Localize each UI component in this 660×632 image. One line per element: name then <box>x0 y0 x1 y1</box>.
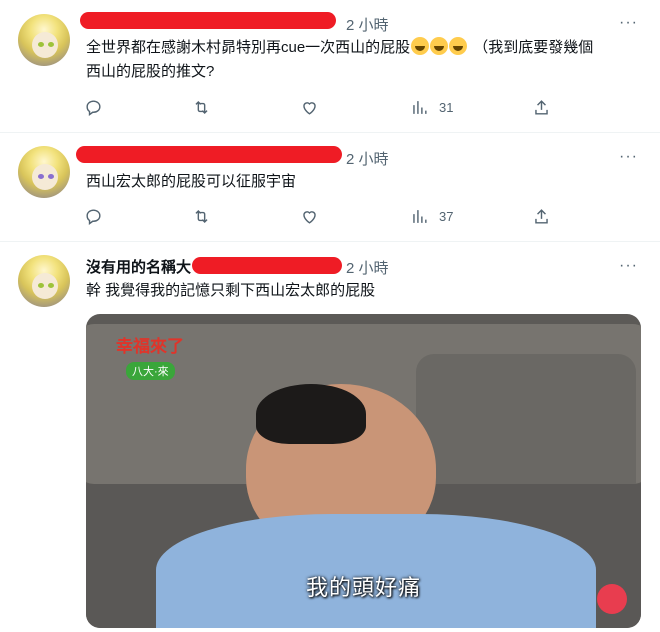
tweet-actions: 31 <box>84 97 564 119</box>
tweet-media-image[interactable]: 幸福來了 八大·來 我的頭好痛 <box>86 314 641 628</box>
tweet-time[interactable]: 2 小時 <box>346 257 389 278</box>
rofl-emoji-icon <box>449 37 468 55</box>
retweet-icon <box>195 209 208 223</box>
retweet-button[interactable] <box>192 97 211 117</box>
avatar-face <box>32 32 58 58</box>
avatar-face <box>32 273 58 299</box>
more-options-icon[interactable]: ··· <box>619 257 638 275</box>
views-button[interactable]: 37 <box>410 206 453 226</box>
redacted-username <box>192 257 342 274</box>
like-button[interactable] <box>300 206 319 226</box>
avatar-eye <box>48 283 54 288</box>
retweet-button[interactable] <box>192 206 211 226</box>
redacted-username <box>80 12 336 29</box>
tweet-time[interactable]: 2 小時 <box>346 14 389 35</box>
user-avatar[interactable] <box>18 146 70 198</box>
views-icon <box>413 100 427 114</box>
rofl-emoji-icon <box>430 37 449 55</box>
redacted-username <box>76 146 342 163</box>
more-options-icon[interactable]: ··· <box>619 148 638 166</box>
like-button[interactable] <box>300 97 319 117</box>
avatar-eye <box>38 42 44 47</box>
reply-button[interactable] <box>84 206 103 226</box>
tweet-1[interactable]: 2 小時 ··· 全世界都在感謝木村昴特別再cue一次西山的屁股 （我到底要發幾個… <box>0 0 660 133</box>
user-avatar[interactable] <box>18 14 70 66</box>
views-icon <box>413 209 427 223</box>
views-count: 31 <box>439 99 454 115</box>
views-button[interactable]: 31 <box>410 97 453 117</box>
retweet-icon <box>195 100 208 114</box>
tweet-text: 西山宏太郎的屁股可以征服宇宙 <box>86 170 646 194</box>
avatar-eye <box>48 174 54 179</box>
avatar-face <box>32 164 58 190</box>
share-button[interactable] <box>532 97 551 117</box>
tweet-text-line: 西山的屁股的推文? <box>86 63 215 80</box>
heart-icon <box>303 101 316 115</box>
avatar-eye <box>38 174 44 179</box>
tweet-text-line: 西山宏太郎的屁股可以征服宇宙 <box>86 173 297 190</box>
tweet-time[interactable]: 2 小時 <box>346 148 389 169</box>
avatar-eye <box>48 42 54 47</box>
reply-icon <box>86 99 101 116</box>
channel-sub-logo: 八大·來 <box>126 362 175 380</box>
more-options-icon[interactable]: ··· <box>619 14 638 32</box>
tweet-text: 全世界都在感謝木村昴特別再cue一次西山的屁股 （我到底要發幾個 西山的屁股的推文… <box>86 36 646 84</box>
views-count: 37 <box>439 208 454 224</box>
image-person-hair <box>256 384 366 444</box>
tweet-2[interactable]: 2 小時 ··· 西山宏太郎的屁股可以征服宇宙 37 <box>0 132 660 242</box>
image-caption: 我的頭好痛 <box>305 575 421 600</box>
user-avatar[interactable] <box>18 255 70 307</box>
tweet-text-line: 全世界都在感謝木村昴特別再cue一次西山的屁股 <box>86 39 411 56</box>
share-icon <box>535 208 548 224</box>
avatar-eye <box>38 283 44 288</box>
username[interactable]: 沒有用的名稱大 <box>86 256 191 277</box>
tweet-text-line: （我到底要發幾個 <box>473 39 594 56</box>
share-icon <box>535 99 548 115</box>
heart-icon <box>303 210 316 224</box>
watermark-icon <box>597 584 627 614</box>
tweet-text: 幹 我覺得我的記憶只剩下西山宏太郎的屁股 <box>86 279 646 303</box>
share-button[interactable] <box>532 206 551 226</box>
tweet-actions: 37 <box>84 206 564 228</box>
reply-button[interactable] <box>84 97 103 117</box>
rofl-emoji-icon <box>411 37 430 55</box>
channel-logo: 幸福來了 <box>116 337 184 356</box>
reply-icon <box>86 208 101 225</box>
tweet-text-line: 幹 我覺得我的記憶只剩下西山宏太郎的屁股 <box>86 282 376 299</box>
